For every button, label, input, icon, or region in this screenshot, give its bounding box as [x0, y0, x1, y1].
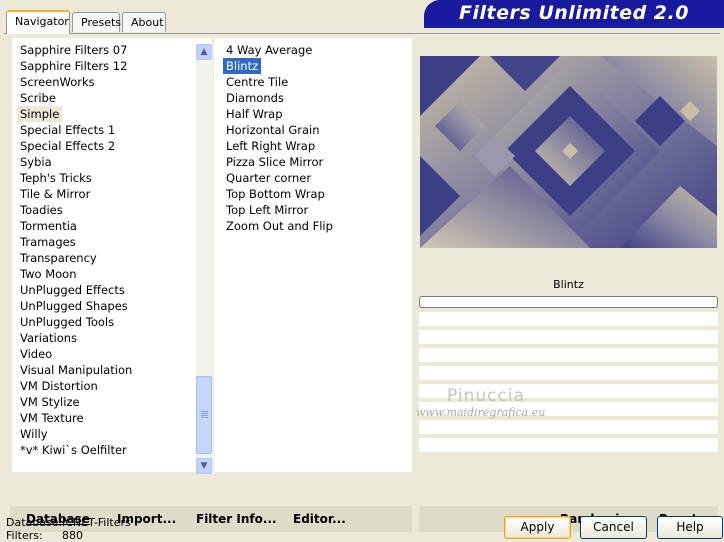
- cancel-button[interactable]: Cancel: [580, 516, 647, 539]
- parameter-row: [419, 312, 718, 326]
- filter-item[interactable]: Horizontal Grain: [223, 122, 323, 138]
- category-item[interactable]: Tormentia: [17, 218, 80, 234]
- progress-bar: [419, 296, 718, 308]
- category-list[interactable]: ▲ ▼ Sapphire Filters 07 Sapphire Filters …: [12, 38, 213, 474]
- filter-item[interactable]: Half Wrap: [223, 106, 286, 122]
- scroll-down-button[interactable]: ▼: [196, 458, 212, 474]
- watermark-title: Pinuccia: [447, 386, 525, 406]
- category-item[interactable]: UnPlugged Effects: [17, 282, 128, 298]
- category-item[interactable]: Tile & Mirror: [17, 186, 93, 202]
- category-item[interactable]: Simple: [17, 106, 63, 122]
- grip-line: [201, 413, 208, 414]
- filter-item[interactable]: Pizza Slice Mirror: [223, 154, 326, 170]
- category-item[interactable]: UnPlugged Tools: [17, 314, 117, 330]
- filter-item[interactable]: Quarter corner: [223, 170, 314, 186]
- watermark-url: www.maidiregrafica.eu: [416, 406, 546, 419]
- filters-value: 880: [62, 529, 83, 542]
- category-item[interactable]: Special Effects 2: [17, 138, 118, 154]
- category-item[interactable]: Visual Manipulation: [17, 362, 135, 378]
- filter-item[interactable]: 4 Way Average: [223, 42, 315, 58]
- parameter-row: [419, 330, 718, 344]
- title-banner: Filters Unlimited 2.0: [424, 0, 724, 28]
- selected-filter-label: Blintz: [419, 274, 718, 296]
- tab-presets[interactable]: Presets: [72, 12, 121, 32]
- filter-item[interactable]: Top Bottom Wrap: [223, 186, 328, 202]
- filter-preview-image: [420, 56, 717, 248]
- category-item[interactable]: Transparency: [17, 250, 100, 266]
- category-item[interactable]: Sapphire Filters 12: [17, 58, 130, 74]
- category-scrollbar[interactable]: ▲ ▼: [196, 44, 213, 474]
- category-item[interactable]: VM Stylize: [17, 394, 83, 410]
- filter-info-button[interactable]: Filter Info...: [196, 512, 277, 526]
- category-item[interactable]: VM Distortion: [17, 378, 101, 394]
- parameter-row: [419, 366, 718, 380]
- category-item[interactable]: Two Moon: [17, 266, 80, 282]
- category-item[interactable]: Sybia: [17, 154, 55, 170]
- filter-item[interactable]: Centre Tile: [223, 74, 291, 90]
- scroll-up-button[interactable]: ▲: [196, 44, 212, 60]
- filter-item[interactable]: Zoom Out and Flip: [223, 218, 336, 234]
- filters-label: Filters:: [6, 529, 43, 542]
- category-item[interactable]: Variations: [17, 330, 80, 346]
- filter-item[interactable]: Left Right Wrap: [223, 138, 318, 154]
- category-item[interactable]: *v* Kiwi`s Oelfilter: [17, 442, 130, 458]
- grip-line: [201, 411, 208, 412]
- category-item[interactable]: VM Texture: [17, 410, 87, 426]
- filter-item[interactable]: Blintz: [223, 58, 262, 74]
- grip-line: [201, 417, 208, 418]
- category-item[interactable]: Sapphire Filters 07: [17, 42, 130, 58]
- category-item[interactable]: Scribe: [17, 90, 59, 106]
- scroll-thumb[interactable]: [196, 376, 212, 454]
- category-item[interactable]: Video: [17, 346, 55, 362]
- grip-line: [201, 415, 208, 416]
- banner-title: Filters Unlimited 2.0: [459, 2, 689, 24]
- help-button[interactable]: Help: [657, 516, 723, 539]
- editor-button[interactable]: Editor...: [293, 512, 346, 526]
- database-value: ICNET-Filters: [62, 516, 131, 529]
- apply-button[interactable]: Apply: [504, 516, 571, 539]
- filter-item[interactable]: Top Left Mirror: [223, 202, 311, 218]
- database-label: Database:: [6, 516, 63, 529]
- navigator-panel: ▲ ▼ Sapphire Filters 07 Sapphire Filters …: [6, 34, 720, 532]
- chevron-down-icon: ▼: [200, 461, 208, 471]
- filter-item[interactable]: Diamonds: [223, 90, 287, 106]
- category-item[interactable]: Willy: [17, 426, 51, 442]
- category-item[interactable]: UnPlugged Shapes: [17, 298, 131, 314]
- tab-navigator[interactable]: Navigator: [6, 10, 70, 34]
- category-item[interactable]: ScreenWorks: [17, 74, 98, 90]
- parameter-row: [419, 438, 718, 452]
- category-item[interactable]: Special Effects 1: [17, 122, 118, 138]
- parameter-row: [419, 420, 718, 434]
- tab-about[interactable]: About: [122, 12, 166, 32]
- filter-list[interactable]: 4 Way Average Blintz Centre Tile Diamonds Ha…: [214, 38, 412, 472]
- category-item[interactable]: Toadies: [17, 202, 66, 218]
- category-item[interactable]: Teph's Tricks: [17, 170, 95, 186]
- category-item[interactable]: Tramages: [17, 234, 79, 250]
- parameter-row: [419, 348, 718, 362]
- chevron-up-icon: ▲: [200, 47, 208, 57]
